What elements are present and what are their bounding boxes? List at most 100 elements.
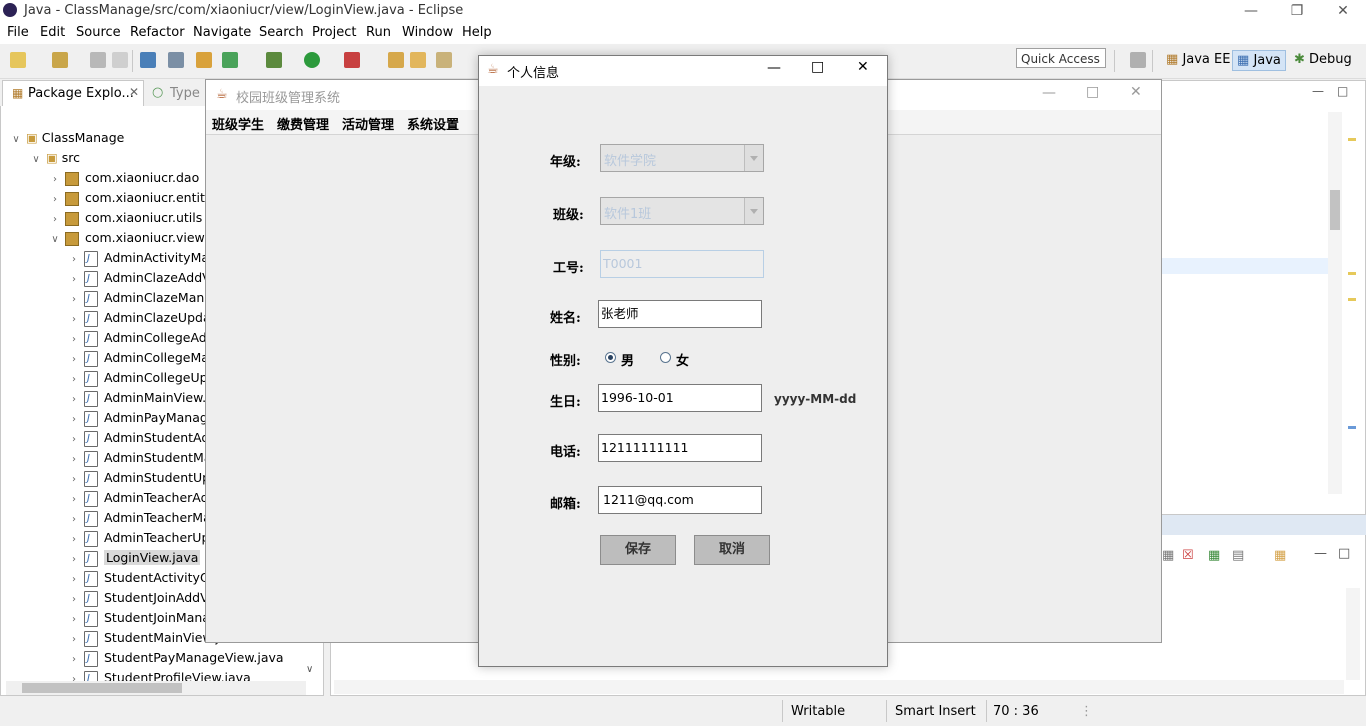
quick-access-input[interactable]: Quick Access xyxy=(1016,48,1106,68)
tab-package-explorer[interactable]: ▦ Package Explo... ✕ xyxy=(2,80,144,106)
gender-male-radio[interactable] xyxy=(605,352,616,363)
minimize-icon[interactable]: — xyxy=(767,60,781,76)
expand-icon[interactable]: › xyxy=(68,330,80,350)
expand-icon[interactable]: › xyxy=(49,210,61,230)
scrollbar-thumb[interactable] xyxy=(22,683,182,693)
expand-icon[interactable]: › xyxy=(68,570,80,590)
gender-male-label[interactable]: 男 xyxy=(621,350,634,369)
menu-edit[interactable]: Edit xyxy=(40,25,65,40)
expand-icon[interactable]: › xyxy=(68,650,80,670)
display-console-icon[interactable]: ▤ xyxy=(1232,548,1244,563)
menu-settings[interactable]: 系统设置 xyxy=(407,114,459,133)
minimize-icon[interactable]: — xyxy=(1042,85,1056,101)
skip-breakpoints-icon[interactable] xyxy=(168,52,184,68)
new-package-icon[interactable] xyxy=(52,52,68,68)
minimize-view-icon[interactable]: — xyxy=(1312,84,1324,98)
close-icon[interactable]: ✕ xyxy=(1320,0,1366,22)
class-select[interactable]: 软件1班 xyxy=(600,197,764,225)
expand-icon[interactable]: › xyxy=(49,170,61,190)
save-icon[interactable] xyxy=(90,52,106,68)
remove-launch-icon[interactable]: ☒ xyxy=(1182,548,1194,563)
external-tools-icon[interactable] xyxy=(344,52,360,68)
console-horizontal-scrollbar[interactable] xyxy=(334,680,1344,694)
maximize-icon[interactable]: □ xyxy=(1086,84,1099,100)
close-tab-icon[interactable]: ✕ xyxy=(129,85,139,99)
save-button[interactable]: 保存 xyxy=(600,535,676,565)
editor-vertical-scrollbar[interactable] xyxy=(1328,112,1342,494)
collapse-icon[interactable]: ∨ xyxy=(49,230,61,250)
open-perspective-icon[interactable] xyxy=(1130,52,1146,68)
open-type-icon[interactable] xyxy=(388,52,404,68)
refresh-icon[interactable] xyxy=(222,52,238,68)
email-field[interactable]: 1211@qq.com xyxy=(598,486,762,514)
expand-icon[interactable]: › xyxy=(68,350,80,370)
menu-activity[interactable]: 活动管理 xyxy=(342,114,394,133)
expand-icon[interactable]: › xyxy=(68,530,80,550)
new-icon[interactable] xyxy=(10,52,26,68)
birthday-field[interactable]: 1996-10-01 xyxy=(598,384,762,412)
menu-window[interactable]: Window xyxy=(402,25,453,40)
chevron-down-icon[interactable] xyxy=(744,145,763,171)
warning-marker[interactable] xyxy=(1348,138,1356,141)
menu-search[interactable]: Search xyxy=(259,25,304,40)
scroll-down-icon[interactable]: ∨ xyxy=(306,664,313,675)
scrollbar-thumb[interactable] xyxy=(1330,190,1340,230)
expand-icon[interactable]: › xyxy=(68,450,80,470)
name-field[interactable]: 张老师 xyxy=(598,300,762,328)
expand-icon[interactable]: › xyxy=(68,590,80,610)
expand-icon[interactable]: › xyxy=(49,190,61,210)
console-vertical-scrollbar[interactable] xyxy=(1346,588,1360,680)
build-icon[interactable] xyxy=(196,52,212,68)
menu-source[interactable]: Source xyxy=(76,25,121,40)
cancel-button[interactable]: 取消 xyxy=(694,535,770,565)
gender-female-radio[interactable] xyxy=(660,352,671,363)
perspective-java[interactable]: ▦ Java xyxy=(1232,50,1286,71)
menu-file[interactable]: File xyxy=(7,25,29,40)
console-icon[interactable] xyxy=(140,52,156,68)
menu-navigate[interactable]: Navigate xyxy=(193,25,251,40)
warning-marker[interactable] xyxy=(1348,272,1356,275)
perspective-java-ee[interactable]: ▦ Java EE xyxy=(1162,50,1234,69)
search-icon[interactable] xyxy=(436,52,452,68)
run-icon[interactable] xyxy=(304,52,320,68)
chevron-down-icon[interactable] xyxy=(744,198,763,224)
expand-icon[interactable]: › xyxy=(68,430,80,450)
expand-icon[interactable]: › xyxy=(68,270,80,290)
debug-icon[interactable] xyxy=(266,52,282,68)
close-icon[interactable]: ✕ xyxy=(1130,84,1142,100)
open-folder-icon[interactable] xyxy=(410,52,426,68)
expand-icon[interactable]: › xyxy=(68,610,80,630)
tree-item-java[interactable]: › StudentPayManageView.java xyxy=(8,648,320,670)
expand-icon[interactable]: › xyxy=(68,550,80,570)
menu-class-students[interactable]: 班级学生 xyxy=(212,114,264,133)
perspective-debug[interactable]: ✱ Debug xyxy=(1290,50,1356,69)
expand-icon[interactable]: › xyxy=(68,290,80,310)
menu-project[interactable]: Project xyxy=(312,25,356,40)
pin-console-icon[interactable]: ▦ xyxy=(1208,548,1220,563)
warning-marker[interactable] xyxy=(1348,298,1356,301)
maximize-icon[interactable]: □ xyxy=(811,59,824,75)
maximize-view-icon[interactable]: □ xyxy=(1337,84,1348,98)
scroll-lock-icon[interactable]: ▦ xyxy=(1162,548,1174,563)
minimize-icon[interactable]: — xyxy=(1228,0,1274,22)
menu-payment[interactable]: 缴费管理 xyxy=(277,114,329,133)
expand-icon[interactable]: › xyxy=(68,510,80,530)
close-icon[interactable]: ✕ xyxy=(857,59,869,75)
expand-icon[interactable]: › xyxy=(68,470,80,490)
tree-item-java[interactable]: › StudentProfileView.java xyxy=(8,668,320,681)
tab-type-hierarchy[interactable]: Type xyxy=(170,86,200,101)
expand-icon[interactable]: › xyxy=(68,490,80,510)
occurrence-marker[interactable] xyxy=(1348,426,1356,429)
maximize-console-icon[interactable]: □ xyxy=(1338,546,1350,561)
open-console-icon[interactable]: ▦ xyxy=(1274,548,1286,563)
expand-icon[interactable]: › xyxy=(68,670,80,681)
collapse-icon[interactable]: ∨ xyxy=(10,130,22,150)
expand-icon[interactable]: › xyxy=(68,410,80,430)
expand-icon[interactable]: › xyxy=(68,630,80,650)
horizontal-scrollbar[interactable] xyxy=(6,681,306,695)
menu-run[interactable]: Run xyxy=(366,25,391,40)
gender-female-label[interactable]: 女 xyxy=(676,350,689,369)
restore-icon[interactable]: ❐ xyxy=(1274,0,1320,22)
collapse-icon[interactable]: ∨ xyxy=(30,150,42,170)
expand-icon[interactable]: › xyxy=(68,310,80,330)
